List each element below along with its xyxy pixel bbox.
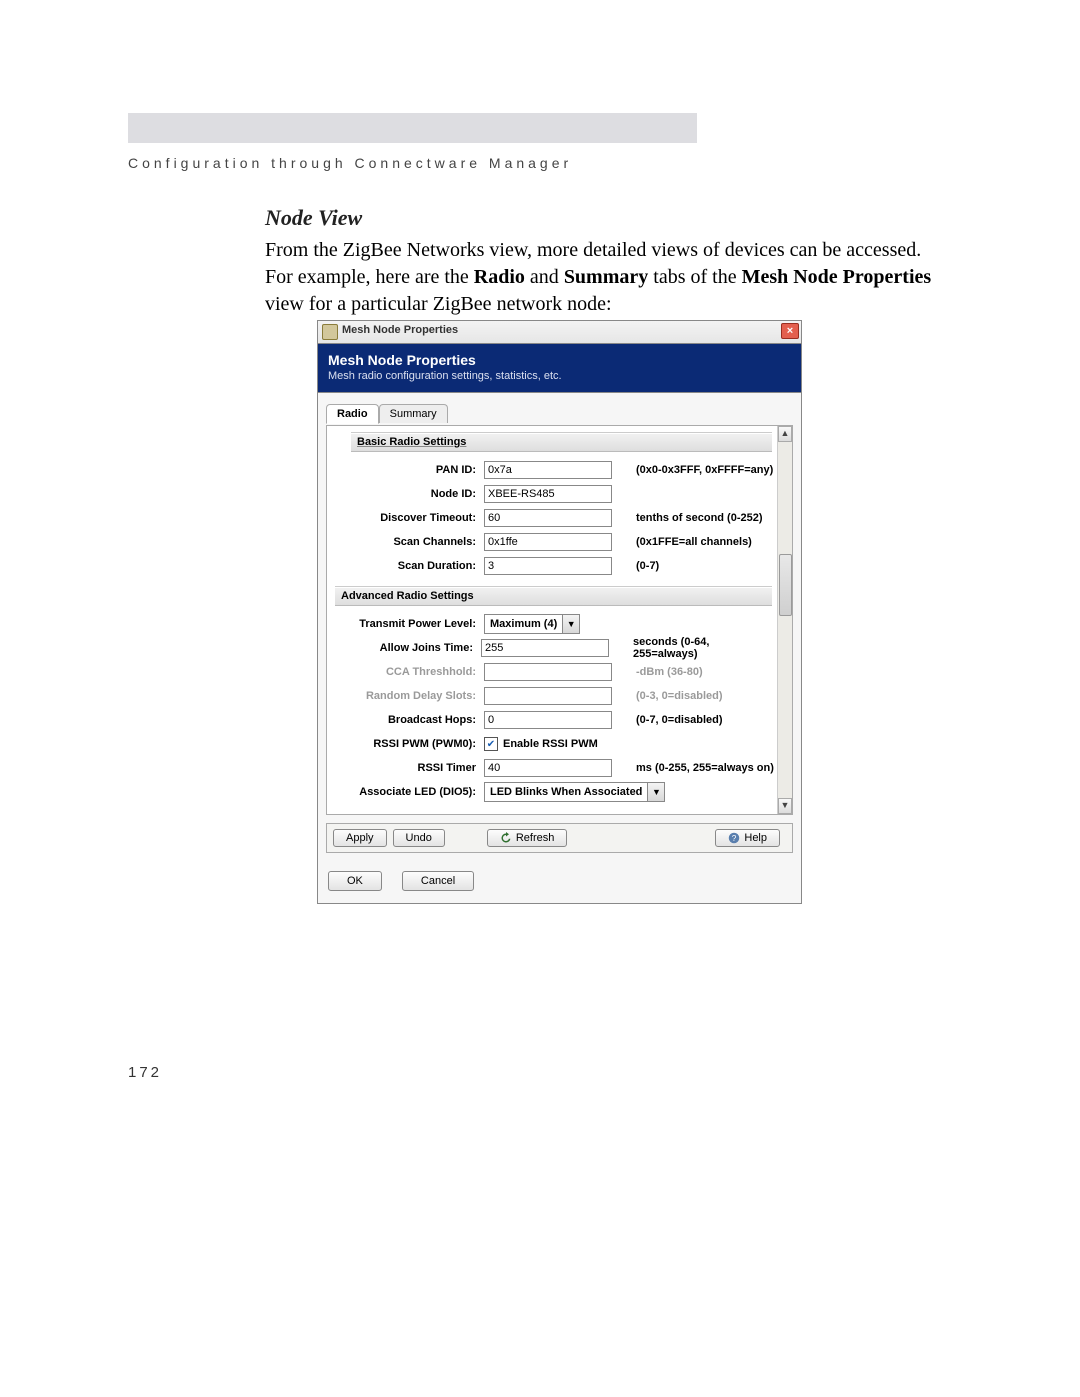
input-bcast-hops[interactable] bbox=[484, 711, 612, 729]
dialog-header: Mesh Node Properties Mesh radio configur… bbox=[318, 344, 801, 393]
label-assoc-led: Associate LED (DIO5): bbox=[331, 786, 484, 798]
para-t6: view for a particular ZigBee network nod… bbox=[265, 293, 612, 315]
row-node-id: Node ID: bbox=[331, 482, 774, 506]
close-icon[interactable]: × bbox=[781, 323, 799, 339]
help-icon: ? bbox=[728, 832, 740, 844]
hint-rand-delay: (0-3, 0=disabled) bbox=[612, 690, 723, 702]
label-cca: CCA Threshhold: bbox=[331, 666, 484, 678]
select-assoc-led-value: LED Blinks When Associated bbox=[485, 786, 647, 798]
dialog-header-title: Mesh Node Properties bbox=[328, 352, 791, 368]
hint-discover: tenths of second (0-252) bbox=[612, 512, 763, 524]
basic-settings-header[interactable]: Basic Radio Settings bbox=[351, 432, 772, 452]
page-number: 172 bbox=[128, 1064, 162, 1081]
para-t4: tabs of the bbox=[648, 266, 741, 288]
label-allow-joins: Allow Joins Time: bbox=[331, 642, 481, 654]
tab-content: ▲ ▼ Basic Radio Settings PAN ID: (0x0-0x… bbox=[326, 426, 793, 815]
chapter-header: Configuration through Connectware Manage… bbox=[128, 155, 572, 171]
chevron-down-icon: ▼ bbox=[647, 783, 664, 801]
advanced-settings-header[interactable]: Advanced Radio Settings bbox=[335, 586, 772, 606]
dialog-header-subtitle: Mesh radio configuration settings, stati… bbox=[328, 370, 791, 382]
tabs: Radio Summary bbox=[326, 403, 793, 426]
refresh-button-label: Refresh bbox=[516, 832, 555, 844]
dialog-icon bbox=[322, 324, 338, 340]
help-button-label: Help bbox=[744, 832, 767, 844]
node-view-section: Node View From the ZigBee Networks view,… bbox=[265, 205, 945, 318]
label-tx-power: Transmit Power Level: bbox=[331, 618, 484, 630]
checkbox-rssi-pwm[interactable]: ✔ Enable RSSI PWM bbox=[484, 737, 598, 751]
label-rand-delay: Random Delay Slots: bbox=[331, 690, 484, 702]
ok-button[interactable]: OK bbox=[328, 871, 382, 891]
refresh-icon bbox=[500, 832, 512, 844]
label-rssi-timer: RSSI Timer bbox=[331, 762, 484, 774]
row-assoc-led: Associate LED (DIO5): LED Blinks When As… bbox=[331, 780, 774, 804]
tab-radio[interactable]: Radio bbox=[326, 404, 379, 424]
hint-bcast-hops: (0-7, 0=disabled) bbox=[612, 714, 723, 726]
select-assoc-led[interactable]: LED Blinks When Associated ▼ bbox=[484, 782, 665, 802]
dialog-titlebar[interactable]: Mesh Node Properties × bbox=[317, 320, 802, 344]
row-bcast-hops: Broadcast Hops: (0-7, 0=disabled) bbox=[331, 708, 774, 732]
apply-button[interactable]: Apply bbox=[333, 829, 387, 847]
chevron-down-icon: ▼ bbox=[562, 615, 579, 633]
row-pan-id: PAN ID: (0x0-0x3FFF, 0xFFFF=any) bbox=[331, 458, 774, 482]
label-bcast-hops: Broadcast Hops: bbox=[331, 714, 484, 726]
hint-scan-ch: (0x1FFE=all channels) bbox=[612, 536, 752, 548]
scroll-thumb[interactable] bbox=[779, 554, 792, 616]
row-rssi-pwm: RSSI PWM (PWM0): ✔ Enable RSSI PWM bbox=[331, 732, 774, 756]
row-cca: CCA Threshhold: -dBm (36-80) bbox=[331, 660, 774, 684]
input-cca bbox=[484, 663, 612, 681]
input-allow-joins[interactable] bbox=[481, 639, 609, 657]
tab-summary[interactable]: Summary bbox=[379, 404, 448, 423]
page-header-bar bbox=[128, 113, 697, 143]
dialog-title: Mesh Node Properties bbox=[342, 324, 458, 336]
para-b1: Radio bbox=[474, 266, 525, 288]
row-allow-joins: Allow Joins Time: seconds (0-64, 255=alw… bbox=[331, 636, 774, 660]
section-heading: Node View bbox=[265, 205, 945, 231]
check-icon: ✔ bbox=[484, 737, 498, 751]
label-scan-dur: Scan Duration: bbox=[331, 560, 484, 572]
help-button[interactable]: ? Help bbox=[715, 829, 780, 847]
scrollbar[interactable]: ▲ ▼ bbox=[777, 426, 792, 814]
input-scan-dur[interactable] bbox=[484, 557, 612, 575]
refresh-button[interactable]: Refresh bbox=[487, 829, 568, 847]
hint-allow-joins: seconds (0-64, 255=always) bbox=[609, 636, 774, 660]
select-tx-power-value: Maximum (4) bbox=[485, 618, 562, 630]
label-rssi-pwm: RSSI PWM (PWM0): bbox=[331, 738, 484, 750]
row-scan-ch: Scan Channels: (0x1FFE=all channels) bbox=[331, 530, 774, 554]
hint-cca: -dBm (36-80) bbox=[612, 666, 703, 678]
para-b5: Mesh Node Properties bbox=[742, 266, 932, 288]
label-node-id: Node ID: bbox=[331, 488, 484, 500]
action-button-bar: Apply Undo Refresh ? Help bbox=[326, 823, 793, 853]
undo-button[interactable]: Undo bbox=[393, 829, 445, 847]
select-tx-power[interactable]: Maximum (4) ▼ bbox=[484, 614, 580, 634]
scroll-up-icon[interactable]: ▲ bbox=[778, 426, 792, 442]
dialog-buttons: OK Cancel bbox=[318, 861, 801, 903]
row-rssi-timer: RSSI Timer ms (0-255, 255=always on) bbox=[331, 756, 774, 780]
svg-text:?: ? bbox=[732, 834, 737, 843]
row-rand-delay: Random Delay Slots: (0-3, 0=disabled) bbox=[331, 684, 774, 708]
input-scan-ch[interactable] bbox=[484, 533, 612, 551]
row-scan-dur: Scan Duration: (0-7) bbox=[331, 554, 774, 578]
hint-rssi-timer: ms (0-255, 255=always on) bbox=[612, 762, 774, 774]
label-discover: Discover Timeout: bbox=[331, 512, 484, 524]
dialog-body: Mesh Node Properties Mesh radio configur… bbox=[317, 344, 802, 904]
scroll-down-icon[interactable]: ▼ bbox=[778, 798, 792, 814]
mesh-node-properties-dialog: Mesh Node Properties × Mesh Node Propert… bbox=[317, 320, 802, 904]
input-discover[interactable] bbox=[484, 509, 612, 527]
checkbox-rssi-pwm-label: Enable RSSI PWM bbox=[503, 738, 598, 750]
input-pan-id[interactable] bbox=[484, 461, 612, 479]
input-rssi-timer[interactable] bbox=[484, 759, 612, 777]
hint-scan-dur: (0-7) bbox=[612, 560, 659, 572]
form-area: Basic Radio Settings PAN ID: (0x0-0x3FFF… bbox=[327, 426, 776, 814]
cancel-button[interactable]: Cancel bbox=[402, 871, 474, 891]
row-tx-power: Transmit Power Level: Maximum (4) ▼ bbox=[331, 612, 774, 636]
row-discover: Discover Timeout: tenths of second (0-25… bbox=[331, 506, 774, 530]
para-b3: Summary bbox=[564, 266, 648, 288]
section-paragraph: From the ZigBee Networks view, more deta… bbox=[265, 237, 945, 318]
para-t2: and bbox=[525, 266, 564, 288]
input-node-id[interactable] bbox=[484, 485, 612, 503]
input-rand-delay bbox=[484, 687, 612, 705]
label-scan-ch: Scan Channels: bbox=[331, 536, 484, 548]
hint-pan-id: (0x0-0x3FFF, 0xFFFF=any) bbox=[612, 464, 773, 476]
label-pan-id: PAN ID: bbox=[331, 464, 484, 476]
